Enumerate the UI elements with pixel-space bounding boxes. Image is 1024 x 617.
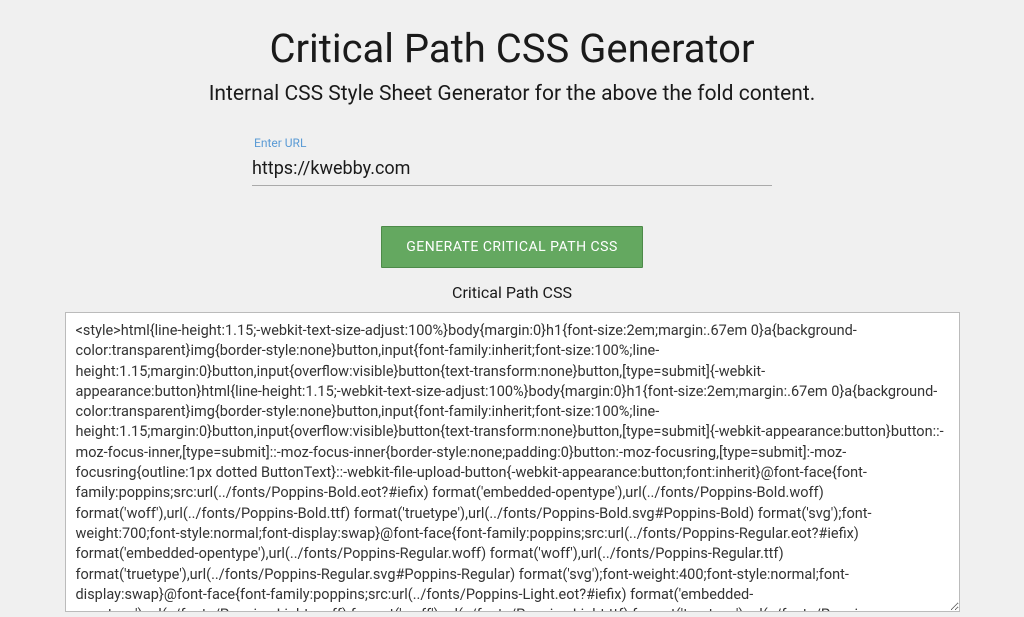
page-title: Critical Path CSS Generator xyxy=(0,25,1024,72)
main-container: Critical Path CSS Generator Internal CSS… xyxy=(0,0,1024,612)
output-textarea[interactable] xyxy=(65,312,960,612)
page-subtitle: Internal CSS Style Sheet Generator for t… xyxy=(0,82,1024,106)
generate-button[interactable]: GENERATE CRITICAL PATH CSS xyxy=(381,226,643,268)
output-label: Critical Path CSS xyxy=(0,283,1024,302)
url-input-label: Enter URL xyxy=(252,136,772,150)
url-input-section: Enter URL xyxy=(252,136,772,186)
url-input[interactable] xyxy=(252,156,772,186)
